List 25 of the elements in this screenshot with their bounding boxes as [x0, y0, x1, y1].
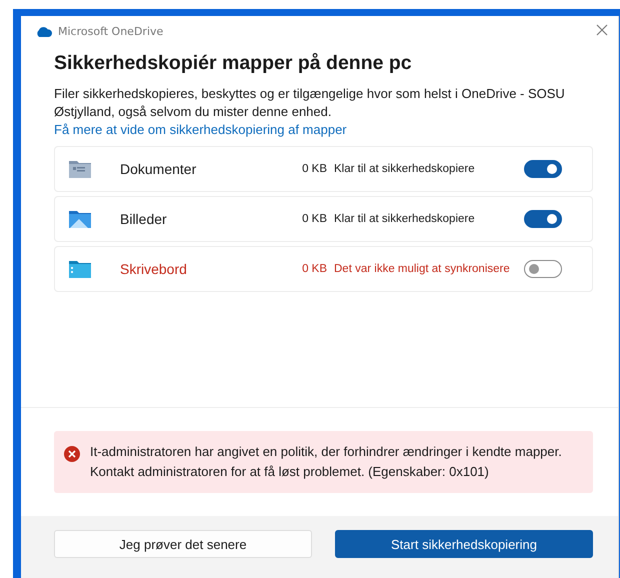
folder-name: Skrivebord [120, 261, 188, 277]
folder-name: Billeder [120, 211, 168, 227]
folder-size: 0 KB [302, 163, 327, 175]
start-backup-button[interactable]: Start sikkerhedskopiering [335, 530, 593, 558]
folder-status: Det var ikke muligt at synkronisere [334, 263, 511, 275]
description-text: Filer sikkerhedskopieres, beskyttes og er tilgængelige hvor som helst i OneDrive - SOSU Østjylland, også selvom du mister denne enhed. [54, 85, 566, 121]
folder-name: Dokumenter [120, 161, 198, 177]
error-icon [64, 446, 80, 462]
folder-status: Klar til at sikkerhedskopiere [334, 163, 476, 175]
close-icon[interactable] [596, 24, 608, 36]
later-button[interactable]: Jeg prøver det senere [54, 530, 312, 558]
learn-more-link[interactable]: Få mere at vide om sikkerhedskopiering af mapper [54, 121, 593, 139]
desktop-folder-icon [68, 259, 92, 279]
folder-size: 0 KB [302, 213, 327, 225]
dialog-heading: Sikkerhedskopiér mapper på denne pc [54, 52, 413, 75]
window-title: Microsoft OneDrive [58, 24, 164, 38]
cloud-icon [35, 26, 52, 36]
picture-folder-icon [68, 209, 92, 229]
error-message: It-administratoren har angivet en politik, der forhindrer ændringer i kendte mapper. Kontakt administratoren for at få løst problemet. (Egenskaber: 0x101) [90, 443, 563, 481]
folder-size: 0 KB [302, 263, 327, 275]
document-folder-icon [68, 159, 92, 179]
backup-toggle[interactable] [524, 260, 562, 278]
folder-status: Klar til at sikkerhedskopiere [334, 213, 476, 225]
backup-toggle[interactable] [524, 160, 562, 178]
backup-toggle[interactable] [524, 210, 562, 228]
